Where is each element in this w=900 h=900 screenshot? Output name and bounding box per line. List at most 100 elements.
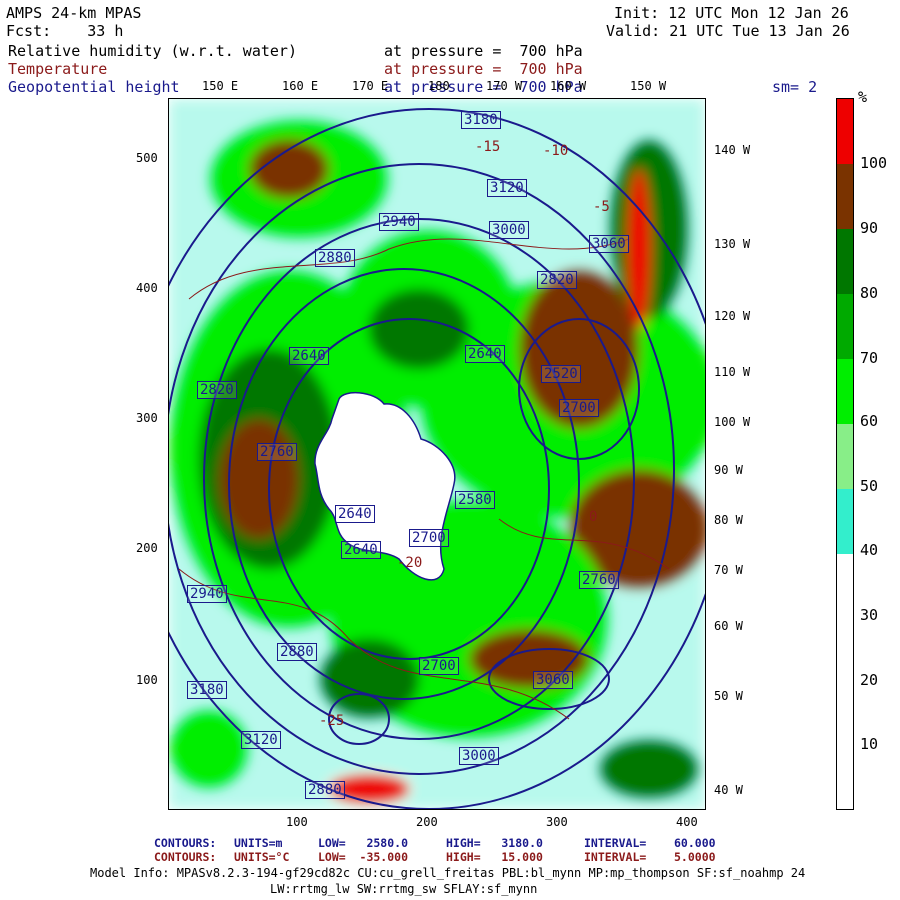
height-label: 2940: [187, 585, 227, 603]
contours1-units: UNITS=m: [234, 836, 283, 850]
height-label: 3180: [187, 681, 227, 699]
height-label: 3180: [461, 111, 501, 129]
top-lon-label: 170 W: [486, 79, 523, 93]
height-label: 2880: [277, 643, 317, 661]
right-lon-label: 100 W: [714, 415, 751, 429]
x-tick: 300: [546, 815, 568, 829]
colorbar-segment: [837, 359, 853, 424]
colorbar-label: 60: [860, 412, 879, 430]
colorbar-label: 50: [860, 477, 879, 495]
top-lon-label: 160 E: [282, 79, 319, 93]
height-label: 2580: [455, 491, 495, 509]
contours2-low: LOW= -35.000: [318, 850, 409, 864]
y-tick: 200: [136, 541, 158, 555]
height-label: 2640: [341, 541, 381, 559]
right-lon-label: 130 W: [714, 237, 751, 251]
top-lon-label: 170 E: [352, 79, 389, 93]
height-label: 2640: [335, 505, 375, 523]
right-lon-label: 50 W: [714, 689, 743, 703]
field-temp: Temperature: [8, 60, 108, 78]
colorbar-segment: [837, 294, 853, 359]
contours1-low: LOW= 2580.0: [318, 836, 409, 850]
colorbar-segment: [837, 424, 853, 489]
model-info-line2: LW:rrtmg_lw SW:rrtmg_sw SFLAY:sf_mynn: [270, 882, 538, 896]
height-label: 2520: [541, 365, 581, 383]
colorbar-label: 40: [860, 541, 879, 559]
height-label: 2760: [257, 443, 297, 461]
height-label: 3000: [459, 747, 499, 765]
right-lon-label: 70 W: [714, 563, 743, 577]
height-label: 2880: [305, 781, 345, 799]
contours2-high: HIGH= 15.000: [446, 850, 543, 864]
colorbar-label: 70: [860, 349, 879, 367]
y-tick: 400: [136, 281, 158, 295]
height-label: 2760: [579, 571, 619, 589]
colorbar-label: 90: [860, 219, 879, 237]
height-label: 3120: [487, 179, 527, 197]
colorbar-unit: %: [858, 88, 868, 106]
temp-label: -5: [593, 199, 610, 215]
y-tick: 100: [136, 673, 158, 687]
top-lon-label: 150 E: [202, 79, 239, 93]
colorbar-segment: [837, 489, 853, 554]
colorbar-segment: [837, 554, 853, 809]
height-label: 2700: [559, 399, 599, 417]
colorbar-segment: [837, 99, 853, 164]
height-label: 2700: [409, 529, 449, 547]
height-label: 2880: [315, 249, 355, 267]
init-time: Init: 12 UTC Mon 12 Jan 26: [614, 4, 849, 22]
colorbar-segment: [837, 229, 853, 294]
right-lon-label: 90 W: [714, 463, 743, 477]
temp-label: 0: [589, 509, 598, 525]
right-lon-label: 140 W: [714, 143, 751, 157]
colorbar-label: 10: [860, 735, 879, 753]
map-panel: 3180 3120 3060 3000 2940 2880 2820 2760 …: [168, 98, 706, 810]
right-lon-label: 40 W: [714, 783, 743, 797]
colorbar-label: 20: [860, 671, 879, 689]
height-label: 3000: [489, 221, 529, 239]
model-info-line1: Model Info: MPASv8.2.3-194-gf29cd82c CU:…: [90, 866, 806, 880]
colorbar-label: 100: [860, 154, 888, 172]
pressure-temp: at pressure = 700 hPa: [384, 60, 583, 78]
height-label: 3060: [533, 671, 573, 689]
y-tick: 300: [136, 411, 158, 425]
contours1-prefix: CONTOURS:: [154, 836, 217, 850]
contours2-prefix: CONTOURS:: [154, 850, 217, 864]
contours1-interval: INTERVAL= 60.000: [584, 836, 716, 850]
temp-label: -15: [475, 139, 501, 155]
colorbar-segment: [837, 164, 853, 229]
temp-label: -20: [397, 555, 423, 571]
height-label: 3060: [589, 235, 629, 253]
x-tick: 400: [676, 815, 698, 829]
contours2-interval: INTERVAL= 5.0000: [584, 850, 716, 864]
height-label: 2640: [465, 345, 505, 363]
height-label: 2820: [197, 381, 237, 399]
right-lon-label: 80 W: [714, 513, 743, 527]
top-lon-label: 150 W: [630, 79, 667, 93]
rh-colorbar: [836, 98, 854, 810]
field-height: Geopotential height: [8, 78, 180, 96]
height-label: 2700: [419, 657, 459, 675]
height-label: 2640: [289, 347, 329, 365]
smoothing-label: sm= 2: [772, 78, 818, 96]
right-lon-label: 110 W: [714, 365, 751, 379]
right-lon-label: 120 W: [714, 309, 751, 323]
colorbar-label: 80: [860, 284, 879, 302]
height-label: 2820: [537, 271, 577, 289]
x-tick: 200: [416, 815, 438, 829]
x-tick: 100: [286, 815, 308, 829]
height-label: 3120: [241, 731, 281, 749]
temp-label: -25: [319, 713, 345, 729]
colorbar-label: 30: [860, 606, 879, 624]
right-lon-label: 60 W: [714, 619, 743, 633]
contours1-high: HIGH= 3180.0: [446, 836, 543, 850]
temp-label: -10: [543, 143, 569, 159]
map-svg: [169, 99, 705, 809]
forecast-hour: Fcst: 33 h: [6, 22, 124, 40]
contours2-units: UNITS=°C: [234, 850, 290, 864]
top-lon-label: 180: [428, 79, 450, 93]
y-tick: 500: [136, 151, 158, 165]
valid-time: Valid: 21 UTC Tue 13 Jan 26: [606, 22, 850, 40]
height-label: 2940: [379, 213, 419, 231]
model-title: AMPS 24-km MPAS: [6, 4, 142, 22]
